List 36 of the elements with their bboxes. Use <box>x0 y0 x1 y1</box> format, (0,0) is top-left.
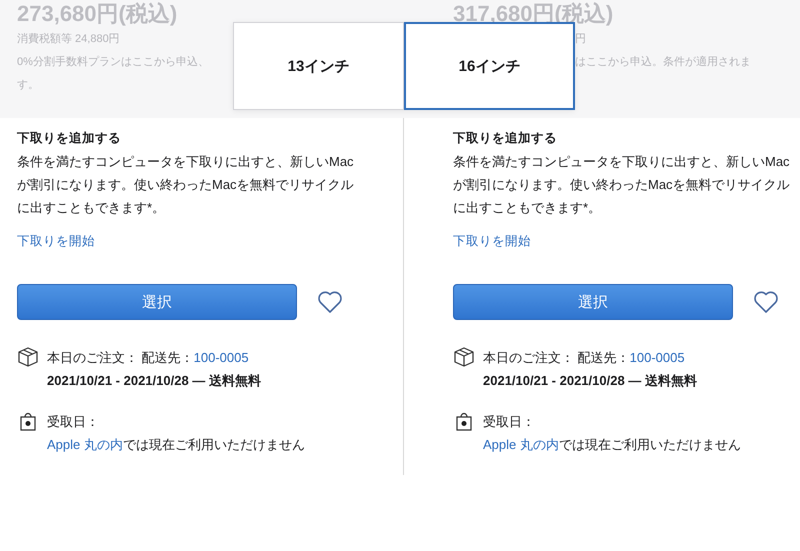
delivery-text: 本日のご注文： 配送先：100-0005 <box>483 349 686 367</box>
trade-in-description: 条件を満たすコンピュータを下取りに出すと、新しいMac <box>453 153 790 171</box>
pickup-text: Apple 丸の内では現在ご利用いただけません <box>47 436 305 454</box>
trade-in-title: 下取りを追加する <box>453 130 558 146</box>
pickup-label: 受取日： <box>483 413 536 431</box>
trade-in-description: が割引になります。使い終わったMacを無料でリサイクル <box>453 176 790 194</box>
price-note: 消費税額等 24,880円 <box>17 32 120 47</box>
pickup-text: Apple 丸の内では現在ご利用いただけません <box>483 436 741 454</box>
pickup-label: 受取日： <box>47 413 100 431</box>
trade-in-link[interactable]: 下取りを開始 <box>17 233 95 250</box>
delivery-text: 本日のご注文： 配送先：100-0005 <box>47 349 250 367</box>
select-button[interactable]: 選択 <box>17 284 297 320</box>
heart-icon[interactable] <box>753 290 779 314</box>
trade-in-description: 条件を満たすコンピュータを下取りに出すと、新しいMac <box>17 153 354 171</box>
trade-in-description: に出すこともできます*。 <box>453 199 602 217</box>
price-text: 273,680円(税込) <box>17 0 178 28</box>
postal-code-link[interactable]: 100-0005 <box>194 350 249 365</box>
price-note: 円 <box>575 32 586 47</box>
select-button[interactable]: 選択 <box>453 284 733 320</box>
price-note: はここから申込。条件が適用されま <box>575 54 751 70</box>
price-note: 0%分割手数料プランはここから申込、 <box>17 54 209 70</box>
postal-code-link[interactable]: 100-0005 <box>630 350 685 365</box>
store-link[interactable]: Apple 丸の内 <box>483 437 559 452</box>
trade-in-title: 下取りを追加する <box>17 130 122 146</box>
delivery-dates: 2021/10/21 - 2021/10/28 — 送料無料 <box>47 372 261 390</box>
heart-icon[interactable] <box>317 290 343 314</box>
size-option[interactable]: 13インチ <box>233 22 404 110</box>
size-option[interactable]: 16インチ <box>404 22 575 110</box>
trade-in-description: が割引になります。使い終わったMacを無料でリサイクル <box>17 176 354 194</box>
trade-in-link[interactable]: 下取りを開始 <box>453 233 531 250</box>
trade-in-description: に出すこともできます*。 <box>17 199 166 217</box>
box-icon <box>17 346 39 368</box>
store-link[interactable]: Apple 丸の内 <box>47 437 123 452</box>
price-note: す。 <box>17 78 39 93</box>
delivery-dates: 2021/10/21 - 2021/10/28 — 送料無料 <box>483 372 697 390</box>
box-icon <box>453 346 475 368</box>
